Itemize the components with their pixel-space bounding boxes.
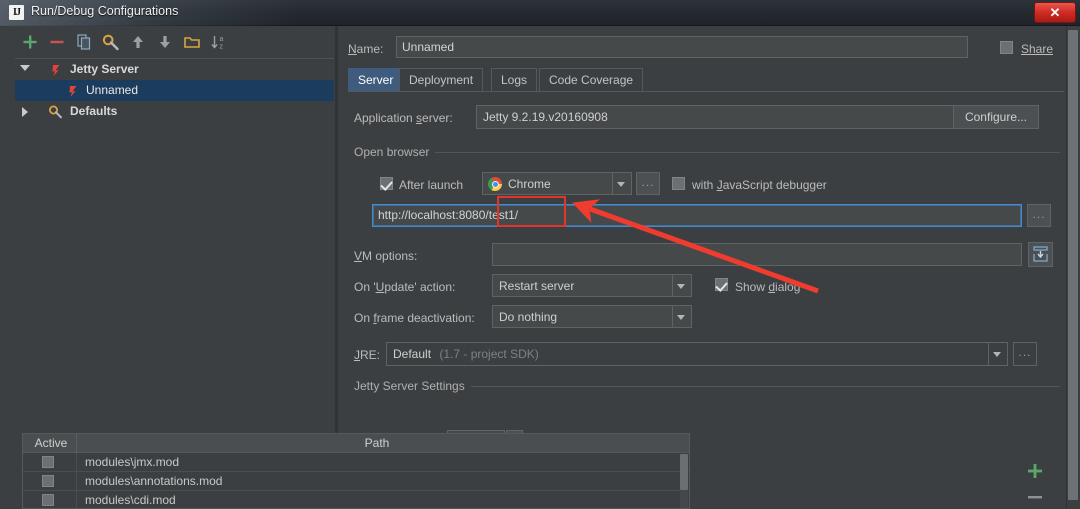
intellij-idea-icon: IJ	[9, 5, 24, 20]
dialog-scrollbar-thumb[interactable]	[1068, 30, 1078, 500]
cell-divider	[76, 453, 77, 472]
tree-item-label: Defaults	[70, 104, 118, 118]
remove-module-button[interactable]	[1024, 486, 1046, 509]
collapse-arrow-icon[interactable]	[22, 107, 28, 117]
chevron-down-icon[interactable]	[672, 275, 691, 296]
chrome-icon	[488, 177, 502, 191]
chevron-down-icon[interactable]	[988, 343, 1007, 365]
defaults-icon	[48, 104, 63, 119]
on-frame-deactivation-value: Do nothing	[499, 310, 558, 324]
move-up-button[interactable]	[129, 33, 147, 51]
tree-item-jetty-server[interactable]: Jetty Server	[15, 59, 334, 80]
svg-text:a: a	[220, 36, 224, 43]
chevron-down-icon[interactable]	[612, 173, 631, 194]
browser-url-input[interactable]: http://localhost:8080/test1/	[372, 204, 1022, 227]
application-server-value: Jetty 9.2.19.v20160908	[483, 110, 608, 124]
jetty-icon	[50, 63, 63, 76]
remove-configuration-button[interactable]	[48, 33, 66, 51]
browser-browse-button[interactable]: ...	[636, 172, 660, 195]
tab-server[interactable]: Server	[348, 68, 404, 91]
vm-options-input[interactable]	[492, 243, 1022, 266]
table-row[interactable]: modules\cdi.mod	[23, 491, 689, 508]
browser-value: Chrome	[508, 177, 551, 191]
jetty-icon	[67, 84, 80, 97]
modules-table-header: Active Path	[23, 434, 689, 453]
jre-browse-button[interactable]: ...	[1013, 342, 1037, 366]
add-configuration-button[interactable]	[21, 33, 39, 51]
tree-item-unnamed[interactable]: Unnamed	[15, 80, 334, 101]
column-header-active[interactable]: Active	[27, 434, 75, 452]
browser-combo[interactable]: Chrome	[482, 172, 632, 195]
url-browse-button[interactable]: ...	[1027, 204, 1051, 227]
on-frame-deactivation-combo[interactable]: Do nothing	[492, 305, 692, 328]
tree-item-label: Unnamed	[86, 83, 139, 97]
table-row[interactable]: modules\jmx.mod	[23, 453, 689, 472]
svg-text:z: z	[220, 44, 224, 51]
sort-configurations-button[interactable]: a z	[210, 33, 228, 51]
row-active-checkbox[interactable]	[42, 475, 54, 487]
javascript-debugger-label: with JavaScript debugger	[692, 178, 827, 192]
share-label: Share	[1021, 42, 1054, 56]
jre-hint: (1.7 - project SDK)	[439, 347, 539, 361]
expand-editor-icon[interactable]	[1028, 242, 1053, 267]
jre-combo[interactable]: Default (1.7 - project SDK)	[386, 342, 1008, 366]
after-launch-label: After launch	[399, 178, 464, 192]
create-folder-button[interactable]	[183, 33, 201, 51]
move-down-button[interactable]	[156, 33, 174, 51]
application-server-combo[interactable]: Jetty 9.2.19.v20160908	[476, 105, 986, 129]
edit-defaults-button[interactable]	[102, 33, 120, 51]
column-header-path[interactable]: Path	[77, 434, 677, 452]
row-path: modules\annotations.mod	[85, 474, 223, 488]
on-update-action-value: Restart server	[499, 279, 575, 293]
dialog-body: a z Jetty Server Unnamed Defaults Name: …	[0, 26, 1080, 509]
cell-divider	[76, 472, 77, 491]
configure-button[interactable]: Configure...	[953, 105, 1039, 129]
row-active-checkbox[interactable]	[42, 494, 54, 506]
on-frame-deactivation-label: On frame deactivation:	[354, 311, 475, 325]
show-dialog-checkbox[interactable]	[715, 278, 728, 291]
application-server-label: Application server:	[354, 111, 453, 125]
share-checkbox[interactable]	[1000, 41, 1013, 54]
chevron-down-icon[interactable]	[672, 306, 691, 327]
vm-options-label: VM options:	[354, 249, 418, 263]
modules-table-actions	[1024, 456, 1048, 509]
tree-item-label: Jetty Server	[70, 62, 139, 76]
run-debug-configurations-window: IJ Run/Debug Configurations ✕ a z Jetty …	[0, 0, 1080, 509]
close-icon[interactable]: ✕	[1034, 2, 1076, 23]
window-title: Run/Debug Configurations	[31, 4, 179, 18]
configurations-toolbar: a z	[7, 29, 334, 55]
table-scrollbar-thumb[interactable]	[680, 454, 688, 490]
tab-underline	[348, 91, 1064, 92]
javascript-debugger-checkbox[interactable]	[672, 177, 685, 190]
tab-logs[interactable]: Logs	[491, 68, 538, 91]
on-update-action-label: On 'Update' action:	[354, 280, 456, 294]
table-row[interactable]: modules\annotations.mod	[23, 472, 689, 491]
row-path: modules\cdi.mod	[85, 493, 176, 507]
open-browser-group-line	[354, 152, 1060, 153]
copy-configuration-button[interactable]	[75, 33, 93, 51]
jetty-settings-group-label: Jetty Server Settings	[354, 379, 471, 393]
jre-label: JRE:	[354, 348, 381, 362]
jre-value: Default	[393, 347, 432, 361]
name-label: Name:	[348, 42, 384, 56]
tree-item-defaults[interactable]: Defaults	[15, 101, 334, 122]
editor-tabs: Server Deployment Logs Code Coverage	[348, 68, 1064, 92]
after-launch-checkbox[interactable]	[380, 177, 393, 190]
show-dialog-label: Show dialog	[735, 280, 801, 294]
tab-deployment[interactable]: Deployment	[399, 68, 484, 91]
row-path: modules\jmx.mod	[85, 455, 180, 469]
add-module-button[interactable]	[1024, 460, 1046, 484]
on-update-action-combo[interactable]: Restart server	[492, 274, 692, 297]
expand-arrow-icon[interactable]	[20, 65, 30, 71]
name-input[interactable]: Unnamed	[396, 36, 968, 58]
title-bar: IJ Run/Debug Configurations ✕	[0, 0, 1080, 26]
cell-divider	[76, 491, 77, 508]
tab-code-coverage[interactable]: Code Coverage	[539, 68, 644, 91]
modules-table[interactable]: Active Path modules\jmx.mod modules\anno…	[22, 433, 690, 509]
open-browser-group-label: Open browser	[354, 145, 436, 159]
row-active-checkbox[interactable]	[42, 456, 54, 468]
